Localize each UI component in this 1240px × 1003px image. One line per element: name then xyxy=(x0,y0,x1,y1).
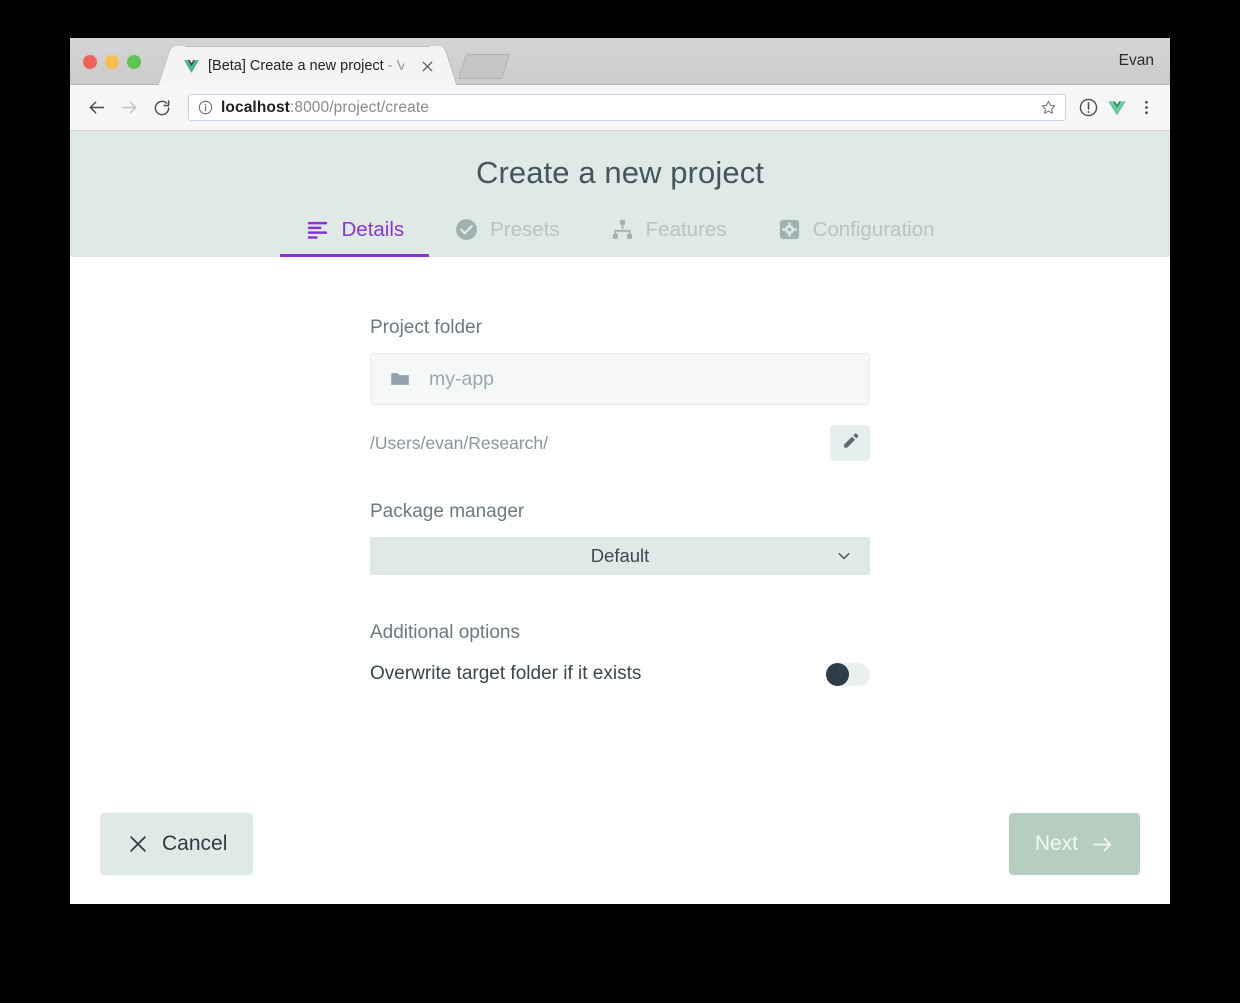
browser-tab-title-suffix: - V xyxy=(387,58,404,74)
back-arrow-icon[interactable] xyxy=(81,93,111,123)
overwrite-toggle[interactable] xyxy=(826,662,870,686)
exclamation-circle-icon[interactable] xyxy=(1075,95,1101,121)
reload-icon[interactable] xyxy=(147,93,177,123)
close-icon[interactable] xyxy=(419,58,436,75)
sitemap-icon xyxy=(610,217,635,242)
minimize-window-button[interactable] xyxy=(105,55,119,69)
overwrite-toggle-knob xyxy=(826,662,849,686)
close-x-icon xyxy=(126,833,149,856)
forward-arrow-icon xyxy=(114,93,144,123)
address-bar-path: :8000/project/create xyxy=(289,98,429,116)
browser-tabstrip: [Beta] Create a new project - V Evan xyxy=(70,38,1170,85)
zoom-window-button[interactable] xyxy=(127,55,141,69)
tab-configuration-label: Configuration xyxy=(812,217,935,241)
browser-user-label[interactable]: Evan xyxy=(1119,52,1154,70)
arrow-right-icon xyxy=(1091,833,1114,856)
create-project-form: Project folder my-app /Users/evan/Resear… xyxy=(70,257,1170,690)
package-manager-label: Package manager xyxy=(370,501,525,522)
tab-features-label: Features xyxy=(645,217,727,241)
list-lines-icon xyxy=(305,217,330,242)
vue-logo-icon xyxy=(183,58,200,75)
tab-presets[interactable]: Presets xyxy=(429,211,585,257)
chevron-down-icon xyxy=(836,548,852,564)
window-traffic-lights xyxy=(83,55,141,69)
cog-square-icon xyxy=(777,217,802,242)
package-manager-value: Default xyxy=(590,545,650,566)
vue-devtools-icon[interactable] xyxy=(1104,95,1130,121)
project-folder-value: my-app xyxy=(429,367,495,390)
check-circle-icon xyxy=(454,217,479,242)
address-bar-url: localhost:8000/project/create xyxy=(221,99,429,117)
close-window-button[interactable] xyxy=(83,55,97,69)
browser-tab-title: [Beta] Create a new project - V xyxy=(208,58,404,74)
package-manager-select[interactable]: Default xyxy=(370,537,870,575)
edit-path-button[interactable] xyxy=(830,425,870,461)
address-bar-host: localhost xyxy=(221,98,290,116)
new-tab-button[interactable] xyxy=(457,54,511,79)
wizard-tabs: Details Presets Features Configuration xyxy=(70,211,1170,257)
page-title: Create a new project xyxy=(475,155,765,190)
next-button-label: Next xyxy=(1034,832,1078,855)
star-icon[interactable] xyxy=(1040,99,1057,116)
browser-window: [Beta] Create a new project - V Evan loc… xyxy=(70,38,1170,904)
page-header: Create a new project Details Presets Fea… xyxy=(70,131,1170,257)
browser-tab-active[interactable]: [Beta] Create a new project - V xyxy=(170,46,445,85)
cancel-button[interactable]: Cancel xyxy=(100,813,254,875)
project-path-text: /Users/evan/Research/ xyxy=(370,432,548,453)
tab-details-label: Details xyxy=(341,217,405,241)
project-folder-input[interactable]: my-app xyxy=(370,353,870,405)
kebab-menu-icon[interactable] xyxy=(1133,95,1159,121)
info-circle-icon[interactable] xyxy=(198,100,213,115)
tab-features[interactable]: Features xyxy=(585,211,752,257)
tab-presets-label: Presets xyxy=(490,217,560,241)
overwrite-option-label: Overwrite target folder if it exists xyxy=(370,663,642,684)
project-path-row: /Users/evan/Research/ xyxy=(370,425,870,461)
project-folder-label: Project folder xyxy=(370,317,482,338)
folder-icon xyxy=(389,368,411,390)
browser-toolbar: localhost:8000/project/create xyxy=(70,85,1170,131)
app-page: Create a new project Details Presets Fea… xyxy=(70,131,1170,904)
pencil-icon xyxy=(841,431,860,455)
next-button[interactable]: Next xyxy=(1008,813,1140,875)
overwrite-option-row: Overwrite target folder if it exists xyxy=(370,658,870,690)
cancel-button-label: Cancel xyxy=(162,832,228,855)
address-bar[interactable]: localhost:8000/project/create xyxy=(188,94,1066,121)
additional-options-label: Additional options xyxy=(370,622,520,643)
tab-details[interactable]: Details xyxy=(280,211,430,257)
tab-configuration[interactable]: Configuration xyxy=(752,211,960,257)
wizard-footer: Cancel Next xyxy=(70,784,1170,904)
